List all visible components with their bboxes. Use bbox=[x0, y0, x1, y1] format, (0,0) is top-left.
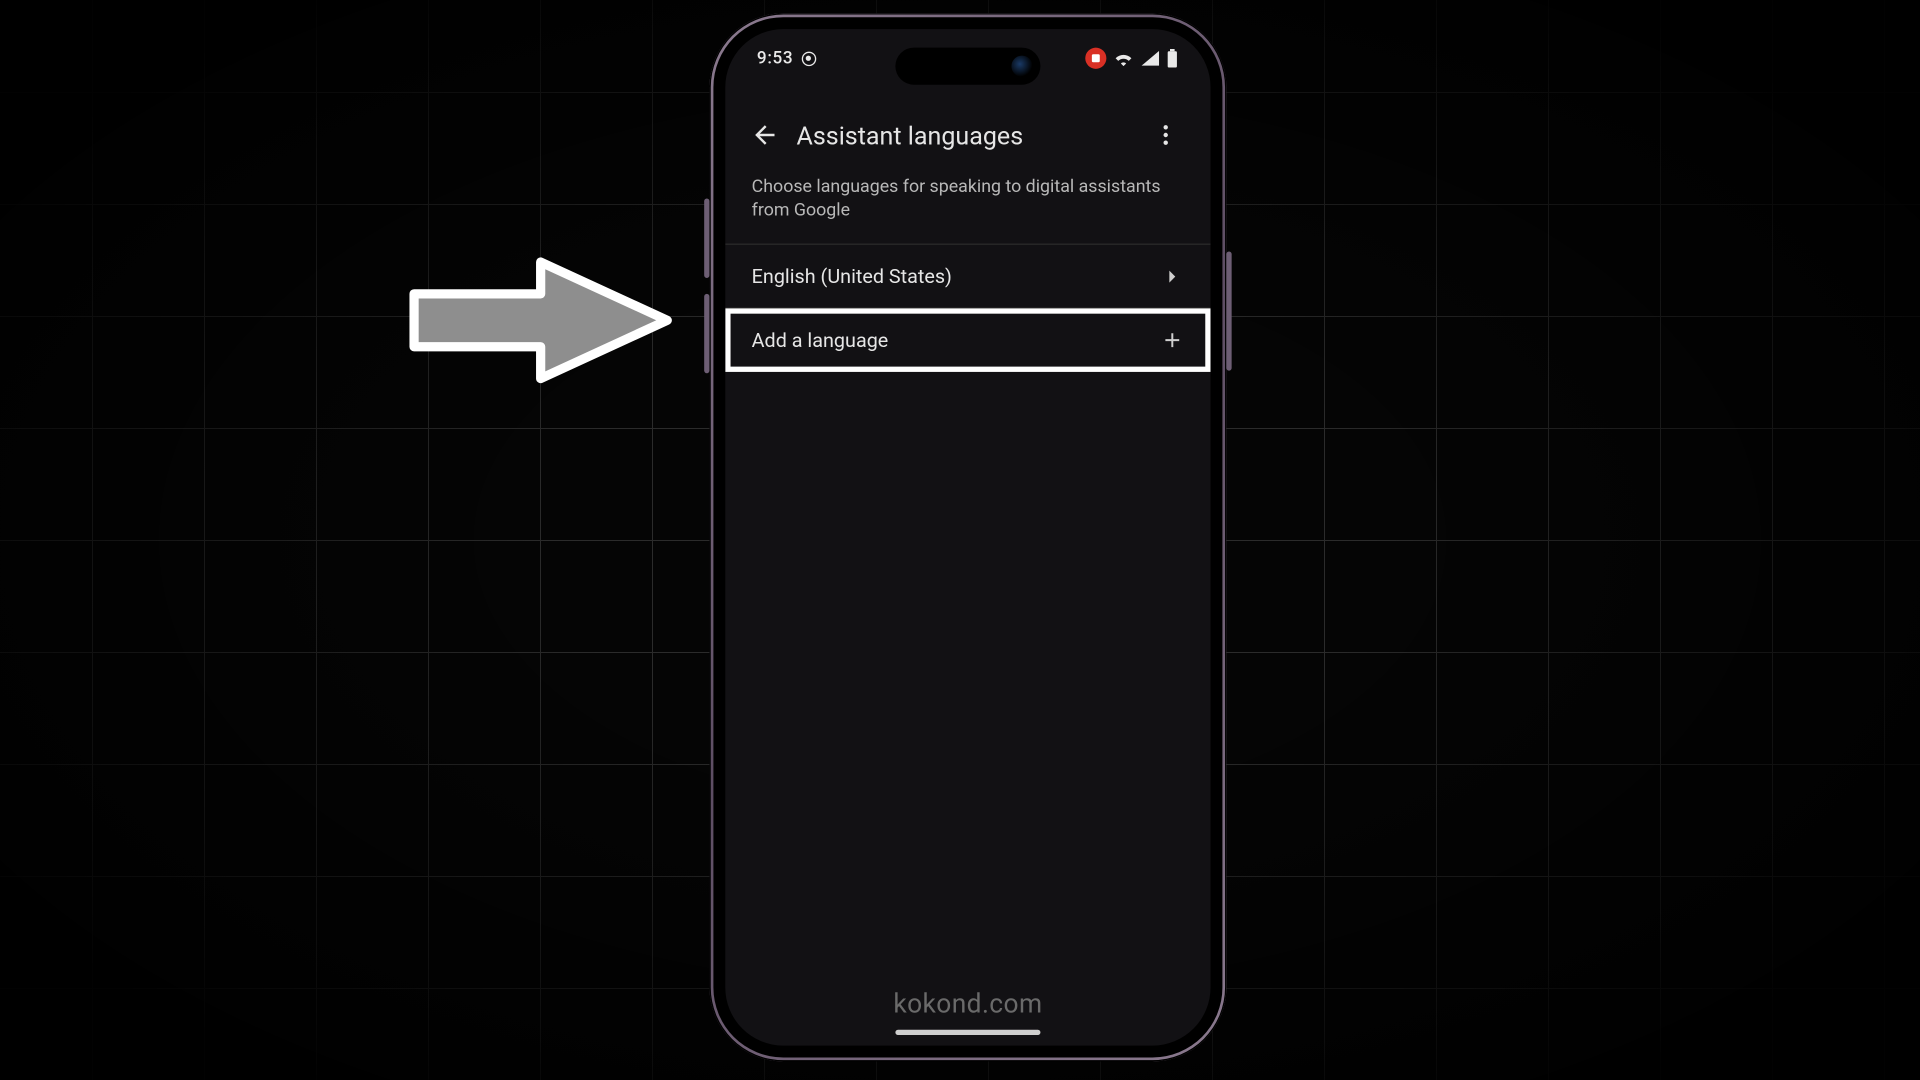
app-bar: Assistant languages bbox=[725, 101, 1210, 170]
recording-badge-icon bbox=[1085, 48, 1106, 69]
more-vert-icon bbox=[1153, 122, 1179, 148]
overflow-menu-button[interactable] bbox=[1139, 109, 1192, 162]
arrow-back-icon bbox=[750, 120, 779, 149]
page-title: Assistant languages bbox=[796, 120, 1139, 150]
stage: 9:53 bbox=[0, 0, 1920, 1080]
content-area: Choose languages for speaking to digital… bbox=[725, 175, 1210, 1046]
language-row-label: English (United States) bbox=[752, 265, 1161, 289]
page-subtitle: Choose languages for speaking to digital… bbox=[725, 175, 1210, 246]
battery-icon bbox=[1166, 49, 1179, 68]
pointer-arrow bbox=[409, 254, 673, 386]
chevron-right-icon bbox=[1160, 265, 1184, 289]
power-button bbox=[1226, 251, 1231, 370]
phone-screen: 9:53 bbox=[725, 29, 1210, 1045]
volume-up-button bbox=[704, 199, 709, 278]
home-indicator bbox=[895, 1030, 1040, 1035]
screen-record-indicator-icon bbox=[801, 51, 816, 66]
wifi-icon bbox=[1113, 50, 1134, 66]
add-language-label: Add a language bbox=[752, 328, 1161, 352]
cell-signal-icon bbox=[1141, 50, 1159, 66]
volume-down-button bbox=[704, 294, 709, 373]
back-button[interactable] bbox=[738, 109, 791, 162]
status-time: 9:53 bbox=[757, 48, 793, 68]
plus-icon bbox=[1160, 328, 1184, 352]
status-bar: 9:53 bbox=[725, 29, 1210, 87]
language-row[interactable]: English (United States) bbox=[725, 245, 1210, 309]
phone-mock: 9:53 bbox=[709, 13, 1226, 1061]
add-language-row[interactable]: Add a language bbox=[725, 309, 1210, 373]
watermark: kokond.com bbox=[725, 987, 1210, 1019]
